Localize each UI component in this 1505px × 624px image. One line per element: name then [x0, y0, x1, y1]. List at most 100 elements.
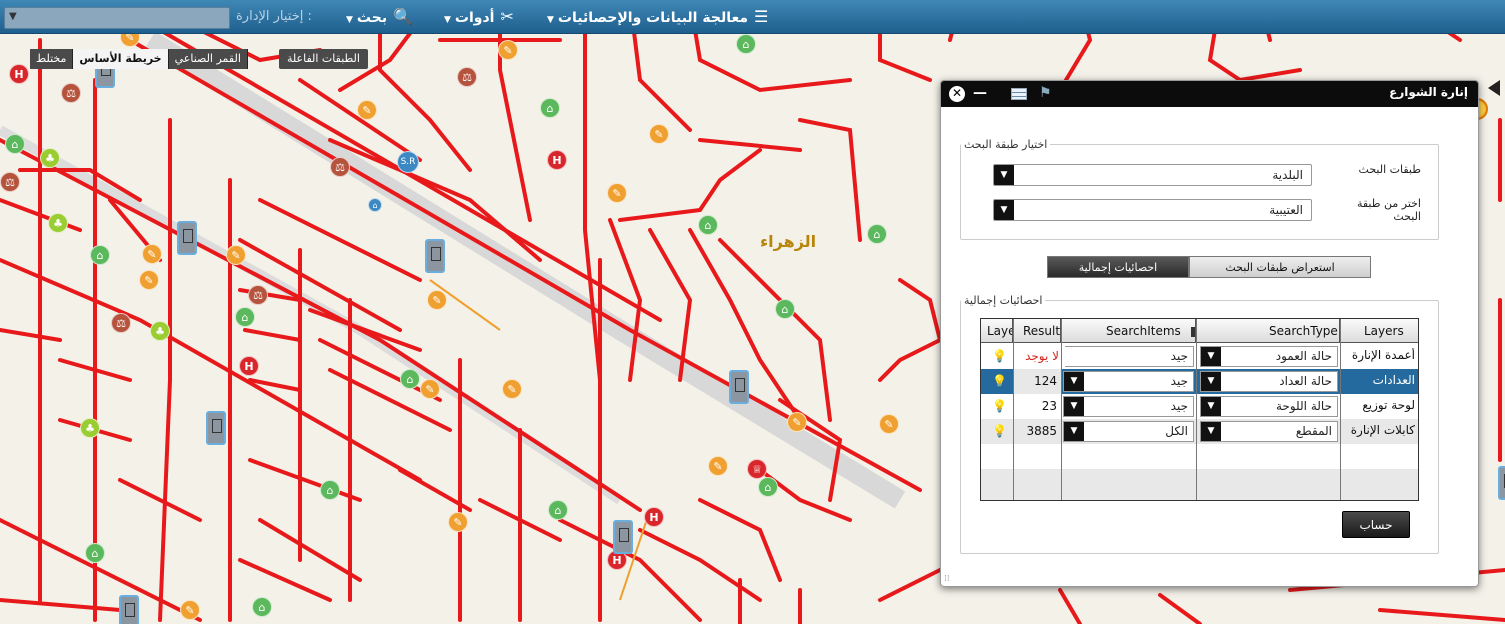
school-icon[interactable]: ✎	[607, 183, 627, 203]
mosque-icon[interactable]: ⌂	[400, 369, 420, 389]
school-icon[interactable]: ✎	[427, 290, 447, 310]
mosque-icon[interactable]: ⌂	[235, 307, 255, 327]
tab-statistics[interactable]: احصائيات إجمالية	[1047, 256, 1189, 278]
mosque-icon[interactable]: ⌂	[698, 215, 718, 235]
service-icon[interactable]: S.R	[397, 151, 419, 173]
school-icon[interactable]: ✎	[357, 100, 377, 120]
statistics-legend: احصائيات إجمالية	[964, 294, 1043, 307]
resize-grip-icon[interactable]: ⁞⁞	[944, 574, 950, 584]
school-icon[interactable]: ✎	[420, 379, 440, 399]
mosque-icon[interactable]: ⌂	[320, 480, 340, 500]
trophy-icon[interactable]: ♕	[747, 459, 767, 479]
store-icon[interactable]: ⚖	[457, 67, 477, 87]
park-icon[interactable]: ♣	[40, 148, 60, 168]
tools-menu[interactable]: ▼ أدوات ✂	[444, 0, 514, 34]
school-icon[interactable]: ✎	[502, 379, 522, 399]
cabinet-icon[interactable]	[177, 221, 197, 255]
hospital-icon[interactable]: H	[239, 356, 259, 376]
search-item-select[interactable]: ▼ الكل	[1063, 421, 1194, 442]
cabinet-icon[interactable]	[206, 411, 226, 445]
store-icon[interactable]: ⚖	[61, 83, 81, 103]
layer-name-cell: أعمدة الإنارة	[1351, 348, 1415, 362]
mosque-icon[interactable]: ⌂	[540, 98, 560, 118]
admin-select[interactable]: ▼	[4, 7, 230, 29]
search-menu[interactable]: ▼ بحث 🔍	[346, 0, 413, 34]
search-item-select[interactable]: جيد	[1065, 346, 1194, 367]
info-icon[interactable]: ⌂	[368, 198, 382, 212]
mosque-icon[interactable]: ⌂	[775, 299, 795, 319]
store-icon[interactable]: ⚖	[330, 157, 350, 177]
mosque-icon[interactable]: ⌂	[758, 477, 778, 497]
park-icon[interactable]: ♣	[150, 321, 170, 341]
cabinet-icon[interactable]	[119, 595, 139, 624]
park-icon[interactable]: ♣	[48, 213, 68, 233]
basemap-base-button[interactable]: خريطة الأساس	[73, 49, 169, 69]
school-icon[interactable]: ✎	[180, 600, 200, 620]
search-type-select[interactable]: ▼ المقطع	[1200, 421, 1338, 442]
mosque-icon[interactable]: ⌂	[5, 134, 25, 154]
tools-icon: ✂	[500, 7, 514, 26]
data-menu[interactable]: ▼ معالجة البيانات والإحصائيات ☰	[547, 0, 768, 34]
store-icon[interactable]: ⚖	[0, 172, 20, 192]
store-icon[interactable]: ⚖	[248, 285, 268, 305]
search-type-select[interactable]: ▼ حالة العمود	[1200, 346, 1338, 367]
store-icon[interactable]: ⚖	[111, 313, 131, 333]
statistics-table: Laye Result SearchItems SearchType Layer…	[980, 318, 1419, 501]
hospital-icon[interactable]: H	[644, 507, 664, 527]
mosque-icon[interactable]: ⌂	[85, 543, 105, 563]
calculate-button[interactable]: حساب	[1342, 511, 1410, 538]
school-icon[interactable]: ✎	[708, 456, 728, 476]
column-header-search-type[interactable]: SearchType	[1196, 319, 1340, 343]
minimize-button[interactable]: —	[973, 85, 987, 101]
school-icon[interactable]: ✎	[498, 40, 518, 60]
bulb-icon: 💡	[992, 349, 1007, 363]
column-header-search-items[interactable]: SearchItems	[1061, 319, 1196, 343]
hospital-icon[interactable]: H	[9, 64, 29, 84]
mosque-icon[interactable]: ⌂	[736, 34, 756, 54]
mosque-icon[interactable]: ⌂	[548, 500, 568, 520]
basemap-mixed-button[interactable]: مختلط	[30, 49, 74, 69]
column-header-layers[interactable]: Layers	[1340, 319, 1418, 343]
hospital-icon[interactable]: H	[547, 150, 567, 170]
school-icon[interactable]: ✎	[787, 412, 807, 432]
mosque-icon[interactable]: ⌂	[867, 224, 887, 244]
mosque-icon[interactable]: ⌂	[90, 245, 110, 265]
table-icon[interactable]	[1011, 88, 1027, 100]
map-pin-icon[interactable]: ⚑	[1039, 85, 1052, 101]
table-row[interactable]: 💡 لا يوجد جيد ▼ حالة العمود أعمدة الإنارة	[981, 344, 1418, 369]
search-item-select[interactable]: ▼ جيد	[1063, 371, 1194, 392]
table-row[interactable]: 💡 3885 ▼ الكل ▼ المقطع كابلات الإنارة	[981, 419, 1418, 444]
panel-toggle-arrow-icon[interactable]	[1488, 80, 1500, 96]
panel-header: ✕ — ⚑ إنارة الشوارع	[941, 81, 1478, 107]
school-icon[interactable]: ✎	[142, 244, 162, 264]
school-icon[interactable]: ✎	[879, 414, 899, 434]
column-header-layer[interactable]: Laye	[981, 319, 1013, 343]
basemap-satellite-button[interactable]: القمر الصناعي	[168, 49, 248, 69]
search-type-select[interactable]: ▼ حالة اللوحة	[1200, 396, 1338, 417]
search-item-select[interactable]: ▼ جيد	[1063, 396, 1194, 417]
cabinet-icon[interactable]	[729, 370, 749, 404]
table-row[interactable]: 💡 124 ▼ جيد ▼ حالة العداد العدادات	[981, 369, 1418, 394]
search-item-value: جيد	[1170, 349, 1188, 363]
close-button[interactable]: ✕	[949, 86, 965, 102]
table-row-empty	[981, 469, 1418, 500]
school-icon[interactable]: ✎	[139, 270, 159, 290]
school-icon[interactable]: ✎	[448, 512, 468, 532]
tab-browse-layers[interactable]: استعراض طبقات البحث	[1189, 256, 1371, 278]
result-cell: 23	[1041, 399, 1057, 413]
mosque-icon[interactable]: ⌂	[252, 597, 272, 617]
chevron-down-icon: ▼	[1064, 397, 1084, 416]
park-icon[interactable]: ♣	[80, 418, 100, 438]
cabinet-icon[interactable]	[425, 239, 445, 273]
chevron-down-icon: ▼	[994, 165, 1014, 185]
school-icon[interactable]: ✎	[226, 245, 246, 265]
column-header-result[interactable]: Result	[1013, 319, 1061, 343]
choose-layer-select[interactable]: ▼ العتيبية	[993, 199, 1312, 221]
table-row[interactable]: 💡 23 ▼ جيد ▼ حالة اللوحة لوحة توزيع	[981, 394, 1418, 419]
cabinet-icon[interactable]	[613, 520, 633, 554]
school-icon[interactable]: ✎	[649, 124, 669, 144]
search-layers-select[interactable]: ▼ البلدية	[993, 164, 1312, 186]
active-layers-button[interactable]: الطبقات الفاعلة	[279, 49, 368, 69]
search-type-select[interactable]: ▼ حالة العداد	[1200, 371, 1338, 392]
cabinet-icon[interactable]	[1498, 466, 1505, 500]
